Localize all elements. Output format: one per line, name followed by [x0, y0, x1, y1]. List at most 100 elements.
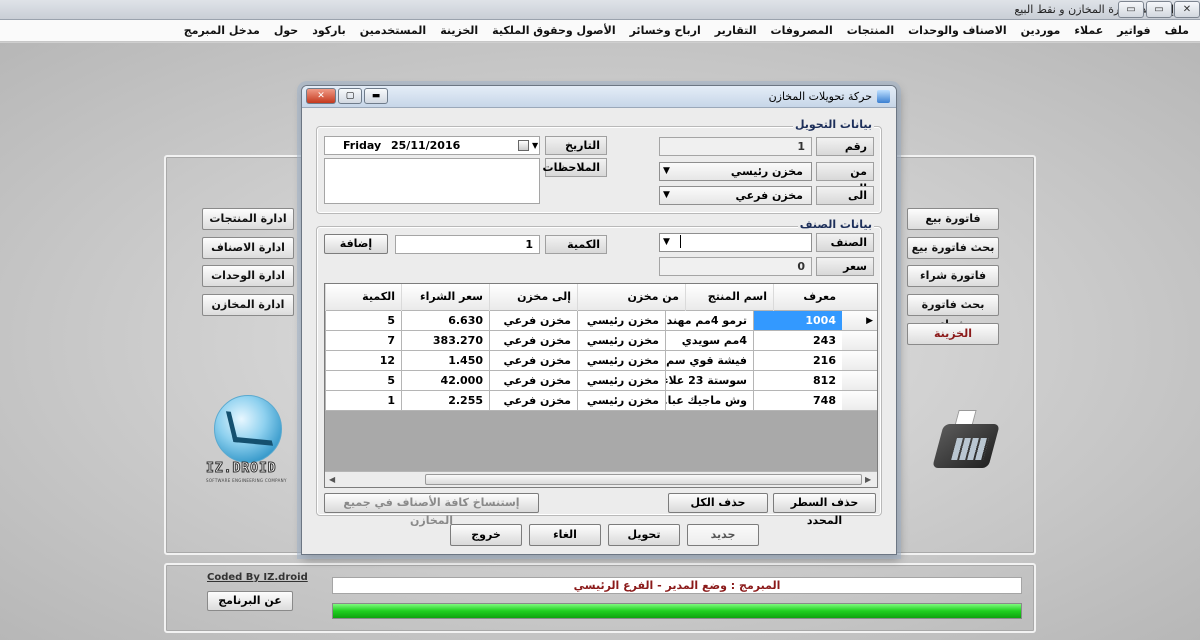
search-purchase-invoice-button[interactable]: بحث فاتورة شراء: [907, 294, 999, 331]
cell-to-store[interactable]: مخزن فرعي: [489, 311, 577, 331]
dialog-maximize-button[interactable]: ▢: [338, 88, 362, 104]
cell-quantity[interactable]: 12: [325, 351, 401, 371]
cancel-button[interactable]: الغاء: [529, 524, 601, 546]
manage-products-button[interactable]: ادارة المنتجات: [202, 208, 294, 230]
menu-expenses[interactable]: المصروفات: [764, 24, 840, 37]
cell-product-id[interactable]: 812: [753, 371, 842, 391]
cell-quantity[interactable]: 5: [325, 311, 401, 331]
cell-quantity[interactable]: 5: [325, 371, 401, 391]
scroll-right-icon[interactable]: ▶: [865, 475, 871, 484]
cell-from-store[interactable]: مخزن رئيسي: [577, 351, 665, 371]
restore-button[interactable]: ▭: [1146, 1, 1172, 18]
copy-items-all-stores-button[interactable]: إستنساخ كافة الأصناف في جميع المخازن: [324, 493, 539, 527]
menu-about[interactable]: حول: [267, 24, 305, 37]
cell-product-id[interactable]: 1004: [753, 311, 842, 331]
col-product-name[interactable]: اسم المنتج: [685, 284, 773, 311]
menu-invoices[interactable]: فواتير: [1110, 24, 1157, 37]
new-button[interactable]: جديد: [687, 524, 759, 546]
cell-from-store[interactable]: مخزن رئيسي: [577, 311, 665, 331]
progress-fill: [333, 604, 1021, 618]
scrollbar-thumb[interactable]: [425, 474, 862, 485]
cell-product-name[interactable]: وش ماجيك عبا...: [665, 391, 753, 411]
cell-to-store[interactable]: مخزن فرعي: [489, 391, 577, 411]
cell-product-name[interactable]: ترمو 4مم مهند...: [665, 311, 753, 331]
cell-from-store[interactable]: مخزن رئيسي: [577, 371, 665, 391]
minimize-button[interactable]: ▭: [1118, 1, 1144, 18]
dialog-minimize-button[interactable]: ▬: [364, 88, 388, 104]
cell-purchase-price[interactable]: 383.270: [401, 331, 489, 351]
number-field[interactable]: 1: [659, 137, 812, 156]
calendar-icon[interactable]: [518, 140, 529, 151]
to-store-select[interactable]: مخزن فرعي ▼: [659, 186, 812, 205]
menu-developer-entry[interactable]: مدخل المبرمج: [177, 24, 267, 37]
cell-quantity[interactable]: 7: [325, 331, 401, 351]
menu-assets-equity[interactable]: الأصول وحقوق الملكية: [485, 24, 622, 37]
sales-invoice-button[interactable]: فاتورة بيع: [907, 208, 999, 230]
col-purchase-price[interactable]: سعر الشراء: [401, 284, 489, 311]
table-row[interactable]: 812 سوستة 23 علاء... مخزن رئيسي مخزن فرع…: [325, 371, 877, 391]
table-row[interactable]: ▶ 1004 ترمو 4مم مهند... مخزن رئيسي مخزن …: [325, 311, 877, 331]
cell-from-store[interactable]: مخزن رئيسي: [577, 331, 665, 351]
col-product-id[interactable]: معرف المنتج: [773, 284, 842, 329]
text-caret: [680, 235, 681, 248]
notes-textarea[interactable]: [324, 158, 540, 204]
cell-product-name[interactable]: فيشة قوي سم...: [665, 351, 753, 371]
coded-by-link[interactable]: Coded By IZ.droid: [207, 572, 308, 583]
menu-categories-units[interactable]: الاصناف والوحدات: [901, 24, 1014, 37]
from-store-select[interactable]: مخزن رئيسي ▼: [659, 162, 812, 181]
menu-reports[interactable]: التقارير: [708, 24, 764, 37]
table-row[interactable]: 243 4مم سويدي مخزن رئيسي مخزن فرعي 383.2…: [325, 331, 877, 351]
manage-categories-button[interactable]: ادارة الاصناف: [202, 237, 294, 259]
price-label: سعر: [816, 257, 874, 276]
close-button[interactable]: ✕: [1174, 1, 1200, 18]
cell-product-id[interactable]: 243: [753, 331, 842, 351]
cell-purchase-price[interactable]: 42.000: [401, 371, 489, 391]
horizontal-scrollbar[interactable]: ◀ ▶: [325, 471, 877, 487]
cell-quantity[interactable]: 1: [325, 391, 401, 411]
cell-to-store[interactable]: مخزن فرعي: [489, 351, 577, 371]
menu-products[interactable]: المنتجات: [840, 24, 901, 37]
menu-treasury[interactable]: الخزينة: [433, 24, 485, 37]
cell-to-store[interactable]: مخزن فرعي: [489, 331, 577, 351]
item-select[interactable]: ▼: [659, 233, 812, 252]
search-sales-invoice-button[interactable]: بحث فاتورة بيع: [907, 237, 999, 259]
dialog-window-controls: ✕ ▢ ▬: [306, 88, 388, 104]
transfer-button[interactable]: تحويل: [608, 524, 680, 546]
manage-units-button[interactable]: ادارة الوحدات: [202, 265, 294, 287]
about-button[interactable]: عن البرنامج: [207, 591, 293, 611]
scroll-left-icon[interactable]: ◀: [329, 475, 335, 484]
cell-product-name[interactable]: 4مم سويدي: [665, 331, 753, 351]
menu-customers[interactable]: عملاء: [1067, 24, 1110, 37]
col-quantity[interactable]: الكمية: [325, 284, 401, 311]
treasury-button[interactable]: الخزينة: [907, 323, 999, 345]
quantity-field[interactable]: 1: [395, 235, 540, 254]
col-to-store[interactable]: إلى مخزن: [489, 284, 577, 311]
purchase-invoice-button[interactable]: فاتورة شراء: [907, 265, 999, 287]
cell-product-id[interactable]: 748: [753, 391, 842, 411]
date-picker[interactable]: Friday 25/11/2016 ▼: [324, 136, 540, 155]
cell-purchase-price[interactable]: 1.450: [401, 351, 489, 371]
chevron-down-icon[interactable]: ▼: [532, 137, 538, 154]
table-row[interactable]: 748 وش ماجيك عبا... مخزن رئيسي مخزن فرعي…: [325, 391, 877, 411]
col-from-store[interactable]: من مخزن: [577, 284, 685, 311]
delete-all-button[interactable]: حذف الكل: [668, 493, 768, 513]
dialog-close-button[interactable]: ✕: [306, 88, 336, 104]
items-grid: معرف المنتج اسم المنتج من مخزن إلى مخزن …: [324, 283, 878, 488]
delete-selected-row-button[interactable]: حذف السطر المحدد: [773, 493, 876, 527]
exit-button[interactable]: خروج: [450, 524, 522, 546]
cell-product-name[interactable]: سوستة 23 علاء...: [665, 371, 753, 391]
add-item-button[interactable]: إضافة: [324, 234, 388, 254]
menu-users[interactable]: المستخدمين: [353, 24, 433, 37]
cell-purchase-price[interactable]: 2.255: [401, 391, 489, 411]
menu-file[interactable]: ملف: [1158, 24, 1196, 37]
menu-suppliers[interactable]: موردين: [1014, 24, 1068, 37]
table-row[interactable]: 216 فيشة قوي سم... مخزن رئيسي مخزن فرعي …: [325, 351, 877, 371]
cell-purchase-price[interactable]: 6.630: [401, 311, 489, 331]
price-field[interactable]: 0: [659, 257, 812, 276]
menu-profit-loss[interactable]: ارباح وخسائر: [623, 24, 708, 37]
cell-from-store[interactable]: مخزن رئيسي: [577, 391, 665, 411]
menu-barcode[interactable]: باركود: [305, 24, 353, 37]
cell-to-store[interactable]: مخزن فرعي: [489, 371, 577, 391]
manage-stores-button[interactable]: ادارة المخازن: [202, 294, 294, 316]
cell-product-id[interactable]: 216: [753, 351, 842, 371]
